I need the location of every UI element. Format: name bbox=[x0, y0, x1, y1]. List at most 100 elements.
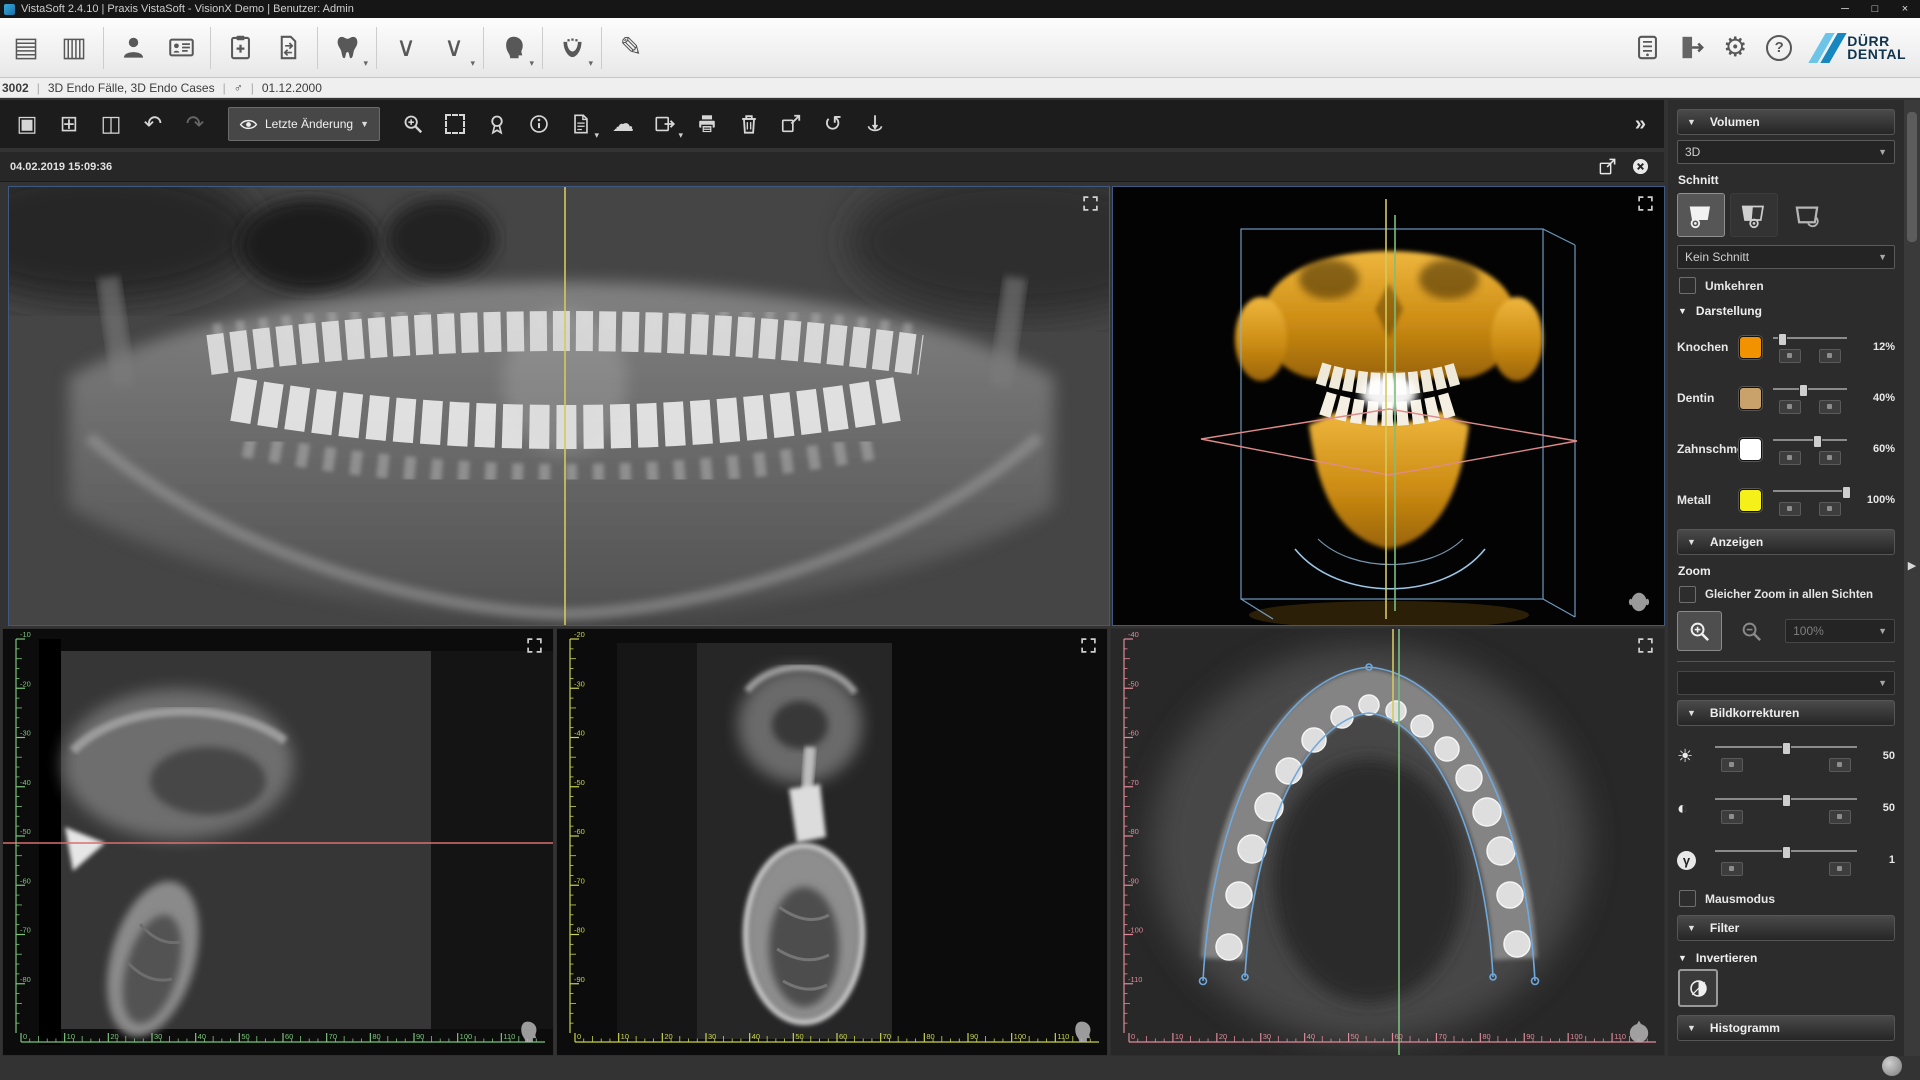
apply-view-button[interactable] bbox=[1721, 758, 1743, 772]
opacity-slider[interactable] bbox=[1773, 485, 1847, 498]
patient-button[interactable] bbox=[110, 24, 156, 72]
add-view-button[interactable]: ⊞ bbox=[49, 104, 89, 144]
slice-mode-full-button[interactable] bbox=[1677, 193, 1725, 237]
gamma-slider[interactable] bbox=[1715, 845, 1857, 858]
section-filter-header[interactable]: ▼ Filter bbox=[1677, 915, 1895, 941]
slice-mode-half-button[interactable] bbox=[1730, 193, 1778, 237]
zoom-level-dropdown[interactable]: 100% ▼ bbox=[1785, 619, 1895, 643]
mausmodus-row[interactable]: Mausmodus bbox=[1679, 890, 1895, 907]
close-button[interactable]: × bbox=[1890, 3, 1920, 15]
import-export-button[interactable] bbox=[265, 24, 311, 72]
redo-button[interactable]: ↷ bbox=[175, 104, 215, 144]
apply-view-button[interactable] bbox=[1819, 502, 1841, 516]
panel-axial-slice[interactable]: 0102030405060708090100110-40-50-60-70-80… bbox=[1110, 628, 1665, 1056]
material-color-swatch[interactable] bbox=[1739, 387, 1762, 410]
section-volumen-header[interactable]: ▼ Volumen bbox=[1677, 109, 1895, 135]
apply-view-button[interactable] bbox=[1779, 349, 1801, 363]
slice-mode-none-button[interactable] bbox=[1783, 193, 1831, 237]
minimize-button[interactable]: ─ bbox=[1830, 3, 1860, 15]
report-button[interactable]: ▾ bbox=[561, 104, 601, 144]
orientation-head-icon[interactable] bbox=[1069, 1019, 1095, 1045]
assistant-icon[interactable] bbox=[1882, 1056, 1902, 1076]
volume-render-image[interactable] bbox=[1113, 187, 1664, 625]
section-histogramm-header[interactable]: ▼ Histogramm bbox=[1677, 1015, 1895, 1041]
zoom-out-button[interactable] bbox=[1729, 611, 1774, 651]
scrollbar-thumb[interactable] bbox=[1907, 112, 1917, 242]
magnify-button[interactable] bbox=[393, 104, 433, 144]
opacity-slider[interactable] bbox=[1773, 383, 1847, 396]
same-zoom-row[interactable]: Gleicher Zoom in allen Sichten bbox=[1679, 586, 1895, 603]
panel-panorama[interactable] bbox=[8, 186, 1110, 626]
orientation-head-icon[interactable] bbox=[1626, 589, 1652, 615]
apply-view-button[interactable] bbox=[1829, 810, 1851, 824]
view-preset-dropdown[interactable]: ▼ bbox=[1677, 671, 1895, 695]
panel-sagittal-slice[interactable]: 0102030405060708090100110-10-20-30-40-50… bbox=[2, 628, 554, 1056]
settings-button[interactable]: ⚙ bbox=[1714, 24, 1756, 72]
apply-view-button[interactable] bbox=[1721, 810, 1743, 824]
apply-view-button[interactable] bbox=[1819, 400, 1841, 414]
logout-button[interactable] bbox=[1670, 24, 1712, 72]
apply-view-button[interactable] bbox=[1779, 502, 1801, 516]
brightness-slider[interactable] bbox=[1715, 741, 1857, 754]
panorama-button[interactable]: ▾ bbox=[490, 24, 536, 72]
material-color-swatch[interactable] bbox=[1739, 489, 1762, 512]
orientation-head-icon[interactable] bbox=[1626, 1019, 1652, 1045]
expand-panel-icon[interactable] bbox=[1637, 195, 1654, 212]
panel-3d-volume[interactable] bbox=[1112, 186, 1665, 626]
invert-cut-row[interactable]: Umkehren bbox=[1679, 277, 1895, 294]
section-bildkorrekturen-header[interactable]: ▼ Bildkorrekturen bbox=[1677, 700, 1895, 726]
select-region-button[interactable] bbox=[435, 104, 475, 144]
opacity-slider[interactable] bbox=[1773, 332, 1847, 345]
orientation-head-icon[interactable] bbox=[515, 1019, 541, 1045]
help-button[interactable]: ? bbox=[1758, 24, 1800, 72]
opacity-slider[interactable] bbox=[1773, 434, 1847, 447]
expand-panel-icon[interactable] bbox=[526, 637, 543, 654]
patient-bar[interactable]: 3002 | 3D Endo Fälle, 3D Endo Cases | ♂ … bbox=[0, 78, 1920, 98]
same-zoom-checkbox[interactable] bbox=[1679, 586, 1696, 603]
more-tools-button[interactable]: » bbox=[1635, 113, 1646, 136]
ceph-button[interactable]: ▾ bbox=[549, 24, 595, 72]
apply-view-button[interactable] bbox=[1779, 400, 1801, 414]
zoom-in-button[interactable] bbox=[1677, 611, 1722, 651]
bitewing-button[interactable]: ∨ bbox=[383, 24, 429, 72]
info-button[interactable] bbox=[519, 104, 559, 144]
pen-button[interactable]: ✎ bbox=[608, 24, 654, 72]
approve-stamp-button[interactable] bbox=[477, 104, 517, 144]
close-study-icon[interactable] bbox=[1631, 157, 1650, 176]
sagittal-image[interactable]: 0102030405060708090100110-10-20-30-40-50… bbox=[3, 629, 553, 1055]
panel-coronal-slice[interactable]: 0102030405060708090100110-20-30-40-50-60… bbox=[556, 628, 1108, 1056]
imaging-device-button[interactable] bbox=[1626, 24, 1668, 72]
section-anzeigen-header[interactable]: ▼ Anzeigen bbox=[1677, 529, 1895, 555]
sidebar-collapse-arrow[interactable]: ▶ bbox=[1905, 555, 1919, 577]
coronal-image[interactable]: 0102030405060708090100110-20-30-40-50-60… bbox=[557, 629, 1107, 1055]
volume-type-dropdown[interactable]: 3D ▼ bbox=[1677, 140, 1895, 164]
print-button[interactable] bbox=[687, 104, 727, 144]
expand-panel-icon[interactable] bbox=[1637, 637, 1654, 654]
center-tool-button[interactable] bbox=[855, 104, 895, 144]
apply-view-button[interactable] bbox=[1819, 451, 1841, 465]
delete-button[interactable] bbox=[729, 104, 769, 144]
open-external-icon[interactable] bbox=[1598, 157, 1617, 176]
apply-view-button[interactable] bbox=[1779, 451, 1801, 465]
apply-view-button[interactable] bbox=[1721, 862, 1743, 876]
send-to-button[interactable] bbox=[771, 104, 811, 144]
undo-button[interactable]: ↶ bbox=[133, 104, 173, 144]
bitewing-series-button[interactable]: ∨▾ bbox=[431, 24, 477, 72]
acquire-button[interactable]: ▣ bbox=[7, 104, 47, 144]
tooth-button[interactable]: ▾ bbox=[324, 24, 370, 72]
expand-panel-icon[interactable] bbox=[1082, 195, 1099, 212]
records-button[interactable]: ▤ bbox=[3, 24, 49, 72]
export-button[interactable]: ▾ bbox=[645, 104, 685, 144]
maximize-button[interactable]: □ bbox=[1860, 3, 1890, 15]
axial-image[interactable]: 0102030405060708090100110-40-50-60-70-80… bbox=[1111, 629, 1664, 1055]
sidebar-scrollbar[interactable] bbox=[1904, 100, 1920, 1056]
section-darstellung-header[interactable]: ▼ Darstellung bbox=[1678, 304, 1895, 318]
invert-image-button[interactable] bbox=[1678, 969, 1718, 1007]
expand-panel-icon[interactable] bbox=[1080, 637, 1097, 654]
contrast-slider[interactable] bbox=[1715, 793, 1857, 806]
apply-view-button[interactable] bbox=[1829, 862, 1851, 876]
apply-view-button[interactable] bbox=[1819, 349, 1841, 363]
panorama-image[interactable] bbox=[9, 187, 1109, 625]
material-color-swatch[interactable] bbox=[1739, 438, 1762, 461]
section-invertieren-header[interactable]: ▼ Invertieren bbox=[1678, 951, 1895, 965]
